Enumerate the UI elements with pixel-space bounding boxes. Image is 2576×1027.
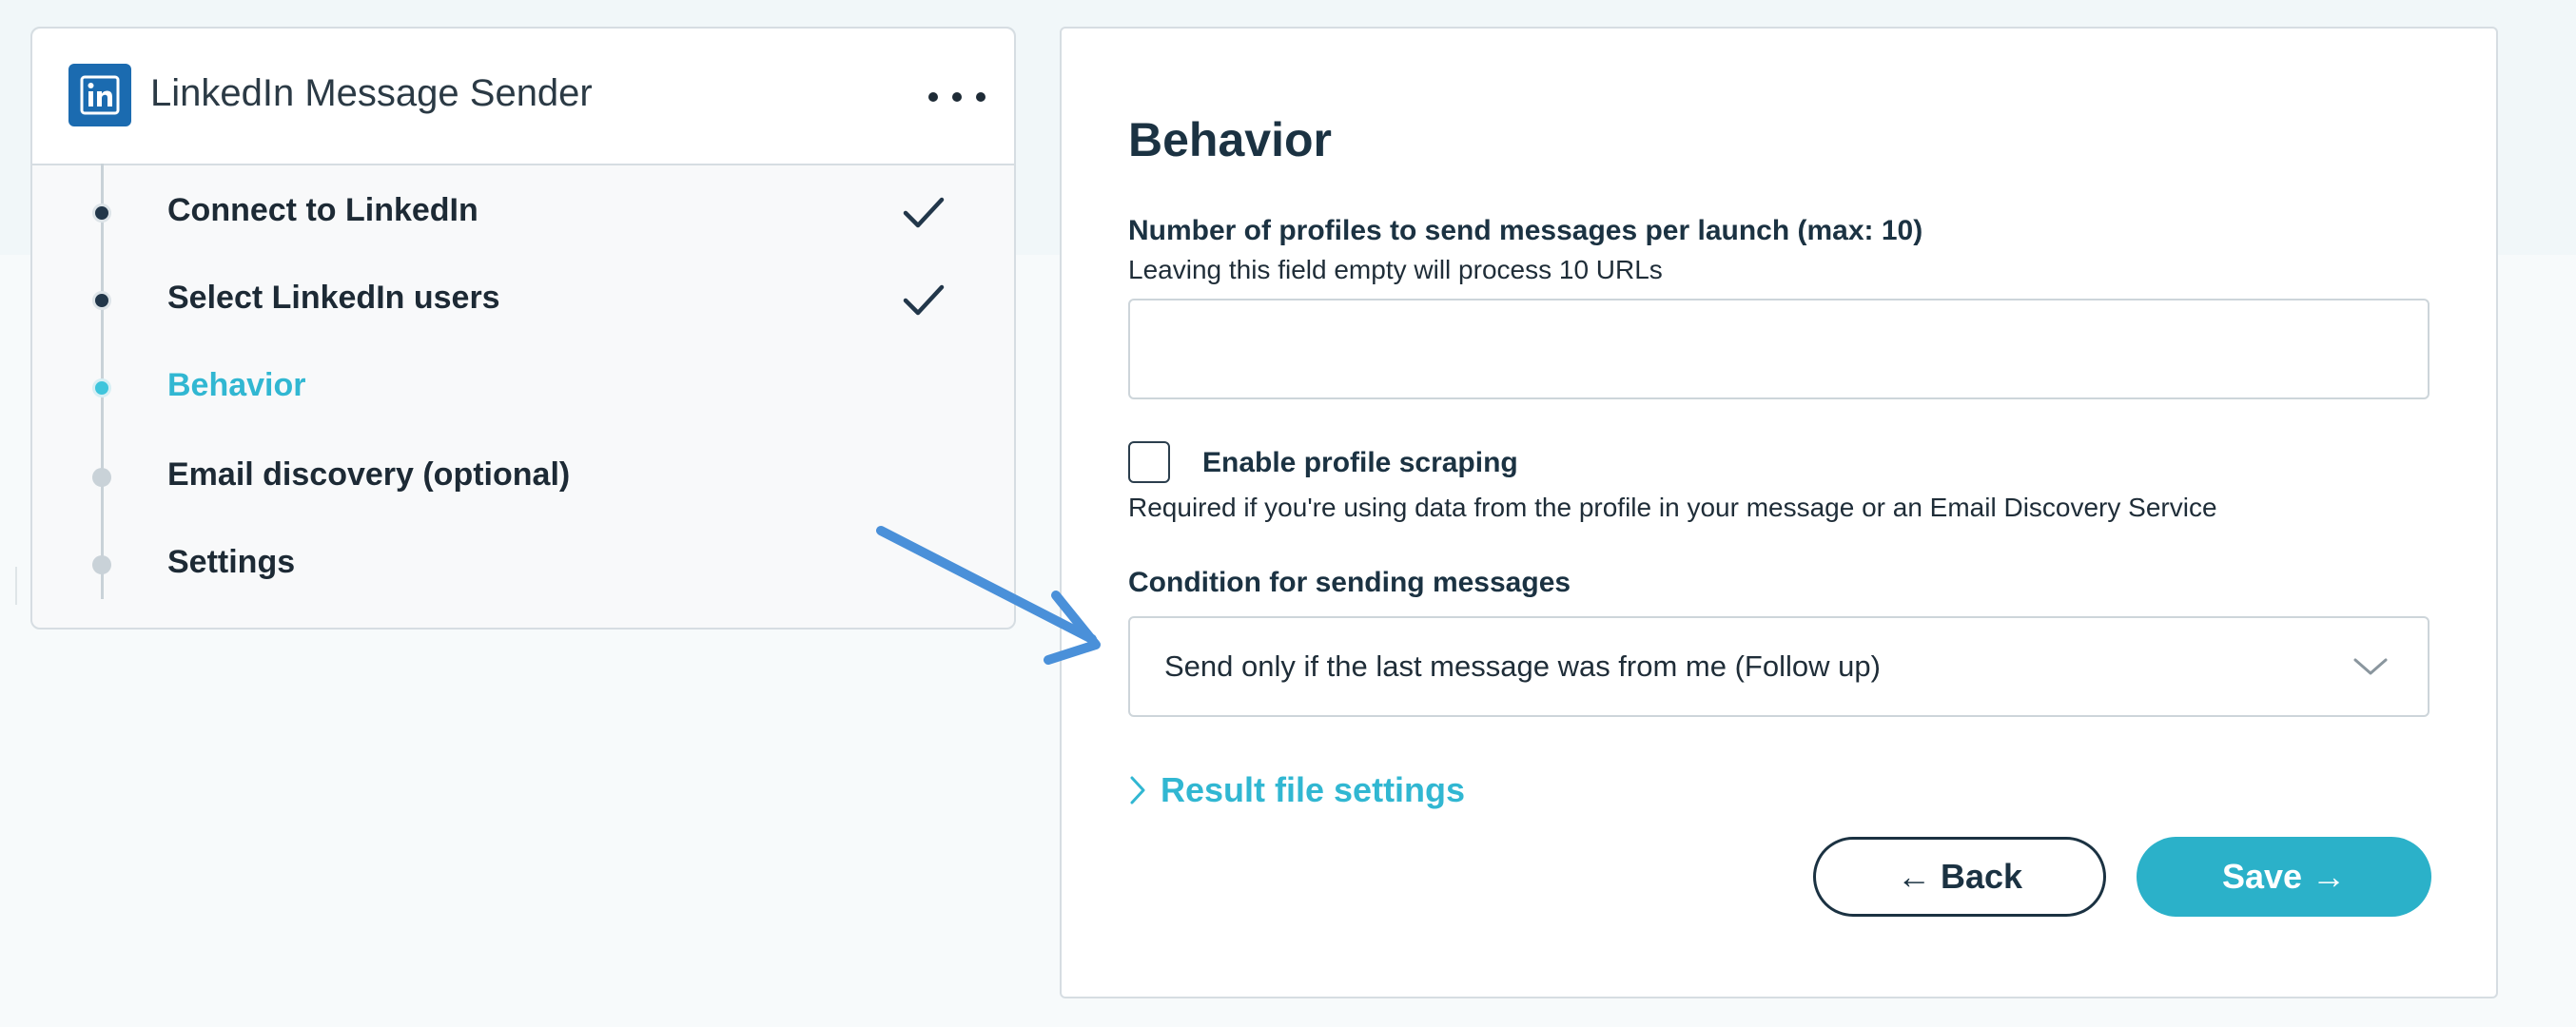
stepper-card: LinkedIn Message Sender Connect to Linke… (30, 27, 1016, 630)
profile-scraping-checkbox[interactable] (1128, 441, 1170, 483)
profiles-count-input[interactable] (1128, 299, 2430, 399)
edge-divider (15, 567, 17, 605)
profile-scraping-label: Enable profile scraping (1202, 447, 1518, 478)
step-dot-pending (92, 468, 111, 487)
back-button[interactable]: ← Back (1813, 837, 2106, 917)
profile-scraping-help: Required if you're using data from the p… (1128, 493, 2217, 522)
checkmark-icon (903, 197, 945, 228)
behavior-form-card: Behavior Number of profiles to send mess… (1060, 27, 2498, 998)
more-dot (928, 92, 938, 102)
step-label: Email discovery (optional) (167, 456, 571, 493)
step-dot-done (92, 291, 111, 310)
result-file-settings-label: Result file settings (1161, 770, 1466, 809)
condition-select[interactable]: Send only if the last message was from m… (1128, 616, 2430, 717)
step-select-linkedin-users[interactable]: Select LinkedIn users (32, 262, 1014, 339)
section-title: Behavior (1128, 113, 1332, 166)
checkmark-icon (903, 284, 945, 316)
step-label: Select LinkedIn users (167, 280, 500, 316)
step-dot-done (92, 203, 111, 223)
step-label: Behavior (167, 367, 306, 403)
app-title: LinkedIn Message Sender (150, 72, 593, 114)
linkedin-icon (68, 64, 131, 126)
step-dot-pending (92, 555, 111, 574)
more-dot (976, 92, 986, 102)
step-behavior[interactable]: Behavior (32, 350, 1014, 426)
chevron-down-icon (2353, 658, 2388, 675)
save-button[interactable]: Save → (2137, 837, 2431, 917)
chevron-right-icon (1130, 776, 1145, 804)
step-label: Connect to LinkedIn (167, 192, 478, 228)
step-label: Settings (167, 544, 296, 580)
step-settings[interactable]: Settings (32, 527, 1014, 603)
result-file-settings-toggle[interactable]: Result file settings (1128, 766, 1465, 814)
stepper-header: LinkedIn Message Sender (32, 29, 1014, 165)
step-dot-active (92, 378, 111, 397)
step-connect-to-linkedin[interactable]: Connect to LinkedIn (32, 175, 1014, 251)
more-dot (952, 92, 962, 102)
step-email-discovery[interactable]: Email discovery (optional) (32, 439, 1014, 515)
condition-selected-value: Send only if the last message was from m… (1164, 649, 1881, 683)
condition-label: Condition for sending messages (1128, 567, 1571, 598)
more-options-icon[interactable] (928, 80, 986, 114)
profiles-count-label: Number of profiles to send messages per … (1128, 215, 1923, 246)
profiles-count-help: Leaving this field empty will process 10… (1128, 255, 1663, 284)
